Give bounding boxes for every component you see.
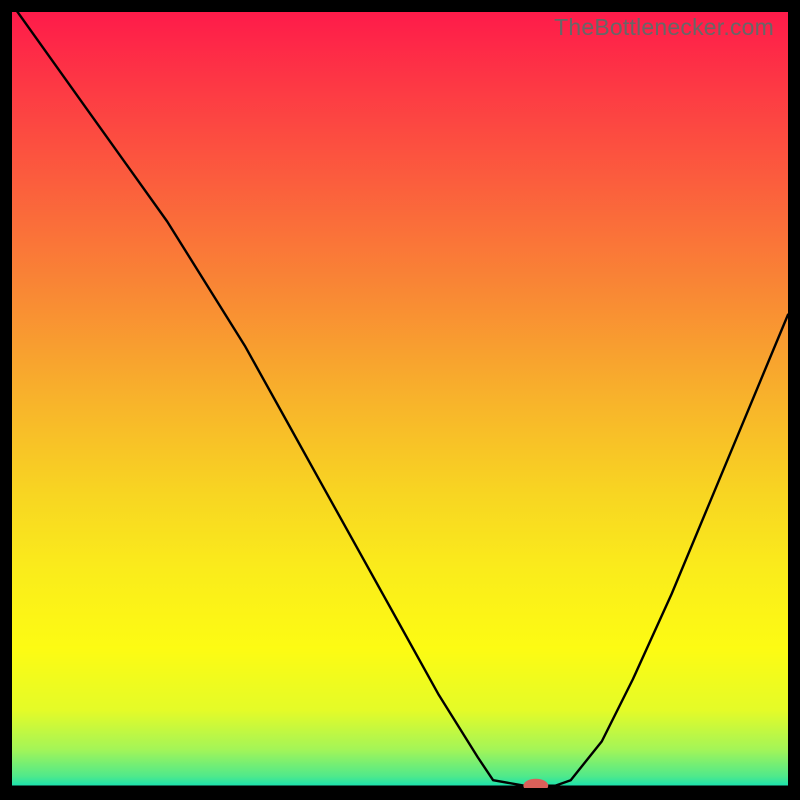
bottleneck-chart: [12, 12, 788, 788]
watermark-text: TheBottlenecker.com: [554, 14, 774, 41]
chart-frame: TheBottlenecker.com: [12, 12, 788, 788]
gradient-background: [12, 12, 788, 788]
